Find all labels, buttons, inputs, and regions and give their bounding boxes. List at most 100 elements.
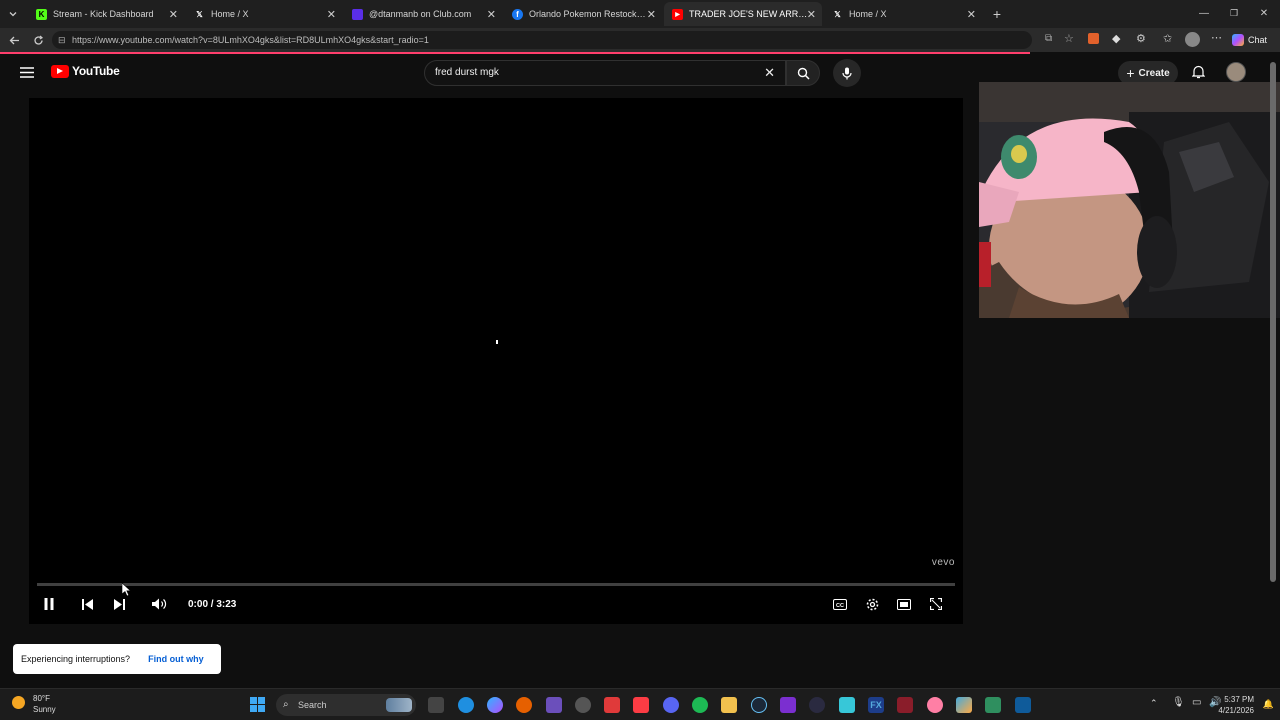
search-input[interactable]: fred durst mgk ✕ xyxy=(424,60,786,86)
file-explorer-icon[interactable] xyxy=(721,697,737,713)
close-tab-icon[interactable]: ✕ xyxy=(807,8,816,21)
account-avatar[interactable] xyxy=(1226,62,1246,82)
windows-taskbar: 80°F Sunny ⌕ Search FX ⌃ 🎙 ▭ 🔊 5:37 PM 4… xyxy=(0,688,1280,720)
settings-button[interactable] xyxy=(863,596,881,612)
app-icon-2[interactable] xyxy=(839,697,855,713)
reload-button[interactable] xyxy=(30,32,46,48)
notification-bell-icon[interactable]: 🔔 xyxy=(1263,699,1274,710)
extension-diamond-icon[interactable]: ◆ xyxy=(1112,32,1120,45)
theater-mode-button[interactable] xyxy=(895,596,913,612)
weather-temp: 80°F xyxy=(33,694,50,703)
scrollbar-thumb[interactable] xyxy=(1270,62,1276,582)
media-app-icon[interactable] xyxy=(604,697,620,713)
progress-bar[interactable] xyxy=(37,583,955,586)
profile-avatar[interactable] xyxy=(1185,32,1200,47)
more-menu-icon[interactable]: ⋯ xyxy=(1211,31,1222,44)
reload-icon xyxy=(33,35,43,45)
theater-mode-icon xyxy=(897,598,911,610)
pause-icon xyxy=(44,598,54,610)
address-bar[interactable]: ⊟ https://www.youtube.com/watch?v=8ULmhX… xyxy=(52,31,1032,49)
copilot-chat-button[interactable]: Chat xyxy=(1232,32,1267,48)
subtitles-button[interactable]: CC xyxy=(831,596,849,612)
video-player[interactable]: vevo 0:00 / 3:23 CC xyxy=(29,98,963,624)
start-button[interactable] xyxy=(250,697,265,712)
close-tab-icon[interactable]: ✕ xyxy=(647,8,656,21)
x-logo-icon: 𝕏 xyxy=(196,9,203,19)
notifications-button[interactable] xyxy=(1190,64,1206,80)
pause-button[interactable] xyxy=(41,596,57,612)
extensions-puzzle-icon[interactable]: ⚙ xyxy=(1136,32,1146,45)
youtube-logo[interactable]: YouTube xyxy=(51,64,120,78)
valorant-icon[interactable] xyxy=(897,697,913,713)
voice-search-button[interactable] xyxy=(833,59,861,87)
app-icon-4[interactable] xyxy=(956,697,972,713)
site-info-icon[interactable]: ⊟ xyxy=(58,31,66,49)
browser-toolbar: ⊟ https://www.youtube.com/watch?v=8ULmhX… xyxy=(0,28,1280,52)
next-button[interactable] xyxy=(111,596,127,612)
guide-menu-button[interactable] xyxy=(18,64,36,80)
discord-icon[interactable] xyxy=(663,697,679,713)
close-tab-icon[interactable]: ✕ xyxy=(487,8,496,21)
browser-tab-kick[interactable]: K Stream - Kick Dashboard ✕ xyxy=(28,2,184,26)
spotify-icon[interactable] xyxy=(692,697,708,713)
vevo-watermark: vevo xyxy=(931,557,955,568)
obs-icon[interactable] xyxy=(575,697,591,713)
close-tab-icon[interactable]: ✕ xyxy=(967,8,976,21)
new-tab-button[interactable]: + xyxy=(988,5,1006,23)
browser-tab-x-home-2[interactable]: 𝕏 Home / X ✕ xyxy=(824,2,982,26)
firefox-icon[interactable] xyxy=(516,697,532,713)
steam-icon[interactable] xyxy=(751,697,767,713)
favorites-icon[interactable]: ✩ xyxy=(1163,32,1172,45)
extension-icon[interactable] xyxy=(1088,33,1099,44)
app-icon-3[interactable] xyxy=(927,697,943,713)
restore-button[interactable]: ❐ xyxy=(1226,5,1242,21)
browser-tab-club[interactable]: @dtanmanb on Club.com ✕ xyxy=(344,2,502,26)
mute-button[interactable] xyxy=(150,596,168,612)
weather-widget[interactable]: 80°F Sunny xyxy=(12,693,56,715)
tab-search-button[interactable] xyxy=(4,5,22,23)
taskbar-clock[interactable]: 5:37 PM 4/21/2026 xyxy=(1218,694,1254,716)
app-icon[interactable] xyxy=(546,697,562,713)
search-button[interactable] xyxy=(786,60,820,86)
weather-condition: Sunny xyxy=(33,705,56,714)
copilot-icon[interactable] xyxy=(487,697,503,713)
app-install-icon[interactable]: ⧉ xyxy=(1045,33,1052,44)
chevron-up-icon[interactable]: ⌃ xyxy=(1150,698,1158,709)
bookmark-star-icon[interactable]: ☆ xyxy=(1064,32,1074,45)
youtube-play-logo-icon xyxy=(51,64,69,78)
taskbar-search[interactable]: ⌕ Search xyxy=(276,694,416,716)
plus-icon: + xyxy=(992,6,1002,22)
chevron-down-icon xyxy=(9,12,17,17)
fullscreen-icon xyxy=(930,598,942,610)
controller-app-icon[interactable] xyxy=(809,697,825,713)
browser-tab-youtube[interactable]: ▶ TRADER JOE'S NEW ARRIVALS & C ✕ xyxy=(664,2,822,26)
clear-search-icon[interactable]: ✕ xyxy=(764,61,775,85)
browser-tab-facebook[interactable]: f Orlando Pokemon Restocks | Face ✕ xyxy=(504,2,662,26)
previous-button[interactable] xyxy=(79,596,95,612)
url-text: https://www.youtube.com/watch?v=8ULmhXO4… xyxy=(72,35,429,45)
close-tab-icon[interactable]: ✕ xyxy=(169,8,178,21)
clapper-icon[interactable] xyxy=(780,697,796,713)
browser-tab-strip: K Stream - Kick Dashboard ✕ 𝕏 Home / X ✕… xyxy=(0,0,1280,28)
notepad-icon[interactable] xyxy=(985,697,1001,713)
microphone-icon[interactable]: 🎙 xyxy=(1172,697,1185,708)
fx-app-icon[interactable]: FX xyxy=(868,697,884,713)
closed-captions-icon: CC xyxy=(833,598,847,610)
browser-tab-x-home[interactable]: 𝕏 Home / X ✕ xyxy=(186,2,342,26)
close-tab-icon[interactable]: ✕ xyxy=(327,8,336,21)
music-app-icon[interactable] xyxy=(633,697,649,713)
task-view-icon[interactable] xyxy=(428,697,444,713)
back-button[interactable] xyxy=(6,32,22,48)
app-icon-5[interactable] xyxy=(1015,697,1031,713)
kick-icon: K xyxy=(36,8,47,20)
close-window-button[interactable]: ✕ xyxy=(1256,5,1272,21)
page-scrollbar[interactable] xyxy=(1270,58,1276,684)
svg-text:CC: CC xyxy=(836,602,844,608)
find-out-why-link[interactable]: Find out why xyxy=(148,654,204,664)
fullscreen-button[interactable] xyxy=(927,596,945,612)
minimize-button[interactable]: — xyxy=(1196,5,1212,21)
display-icon[interactable]: ▭ xyxy=(1192,697,1201,708)
edge-icon[interactable] xyxy=(458,697,474,713)
youtube-favicon-icon: ▶ xyxy=(672,8,683,20)
club-icon xyxy=(352,8,363,20)
